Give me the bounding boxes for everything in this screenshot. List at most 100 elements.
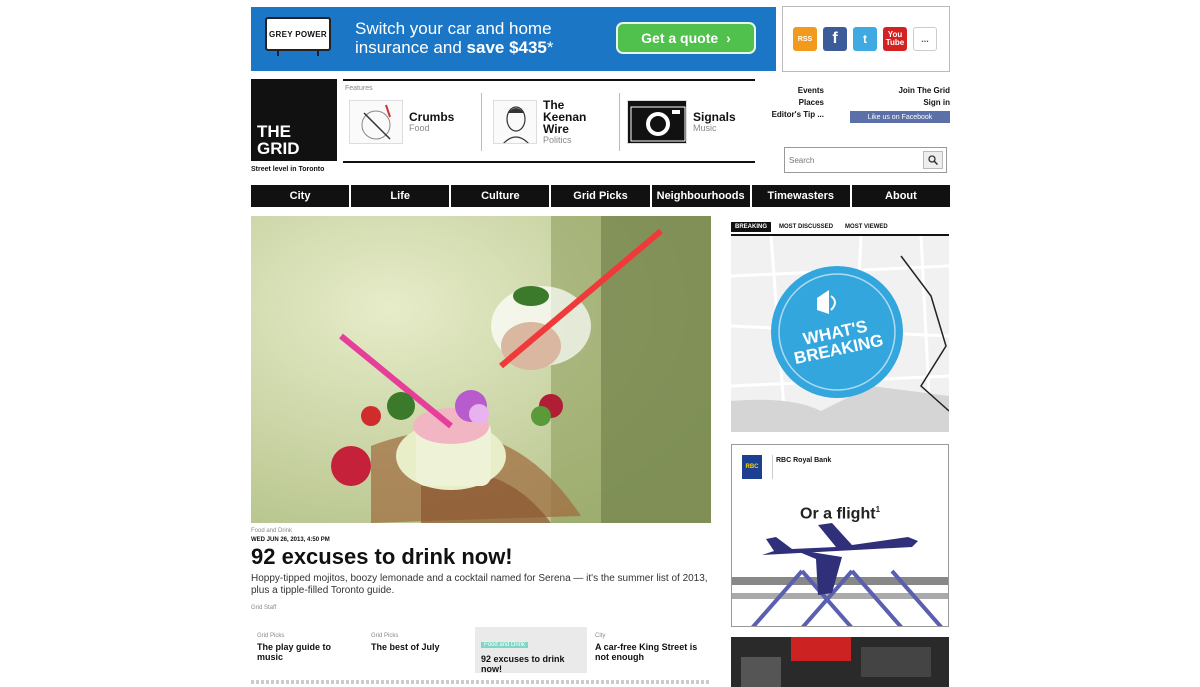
feature-signals[interactable]: Signals Music: [627, 91, 736, 153]
ad-footnote-mark: *: [546, 38, 554, 57]
facebook-icon[interactable]: f: [823, 27, 847, 51]
feature-title-line-3: Wire: [543, 122, 569, 136]
sidebar-tabs: BREAKING MOST DISCUSSED MOST VIEWED: [731, 220, 949, 234]
article-byline: Grid Staff: [251, 605, 277, 611]
more-social-icon[interactable]: ...: [913, 27, 937, 51]
hero-image[interactable]: [251, 216, 711, 523]
ad-savings: save $435: [466, 38, 547, 57]
social-links: RSS f t You Tube ...: [782, 6, 950, 72]
feature-keenan-wire[interactable]: The Keenan Wire Politics: [493, 91, 586, 153]
ad-line-2-prefix: insurance and: [355, 38, 467, 57]
signals-thumbnail: [627, 100, 687, 144]
related-stories: Grid Picks The play guide to music Grid …: [251, 627, 711, 674]
rbc-divider: [772, 455, 773, 479]
rbc-headline-text: Or a flight: [800, 505, 876, 523]
feature-divider: [619, 93, 620, 151]
related-title: The play guide to music: [257, 642, 332, 662]
main-nav: City Life Culture Grid Picks Neighbourho…: [251, 185, 950, 207]
crumbs-thumbnail: [349, 100, 403, 144]
ad-copy: Switch your car and home insurance and s…: [355, 19, 554, 57]
quick-links-right: Join The Grid Sign in: [870, 85, 950, 109]
feature-sub: Politics: [543, 135, 572, 145]
nav-culture[interactable]: Culture: [451, 185, 550, 207]
get-a-quote-button[interactable]: Get a quote ›: [616, 22, 756, 54]
whats-breaking-widget[interactable]: WHAT'S BREAKING: [731, 234, 949, 432]
facebook-like-button[interactable]: Like us on Facebook: [850, 111, 950, 123]
twitter-icon[interactable]: t: [853, 27, 877, 51]
section-divider: [251, 680, 711, 684]
related-cat: Food and Drink: [481, 642, 529, 648]
article-date: WED JUN 26, 2013, 4:50 PM: [251, 537, 330, 543]
related-story[interactable]: Grid Picks The best of July: [365, 627, 477, 673]
places-link[interactable]: Places: [758, 97, 824, 109]
youtube-icon[interactable]: You Tube: [883, 27, 907, 51]
editors-tip-link[interactable]: Editor's Tip ...: [758, 109, 824, 121]
feature-crumbs[interactable]: Crumbs Food: [349, 91, 454, 153]
nav-life[interactable]: Life: [351, 185, 450, 207]
tab-most-viewed[interactable]: MOST VIEWED: [841, 222, 892, 232]
chevron-right-icon: ›: [726, 30, 731, 46]
article-dek: Hoppy-tipped mojitos, boozy lemonade and…: [251, 573, 708, 596]
the-grid-logo[interactable]: THE GRID: [251, 79, 337, 161]
rbc-ad[interactable]: RBC RBC Royal Bank Or a flight1: [731, 444, 949, 627]
quick-links-left: Events Places Editor's Tip ...: [758, 85, 824, 121]
tab-most-discussed[interactable]: MOST DISCUSSED: [775, 222, 837, 232]
grey-power-logo: GREY POWER: [265, 17, 331, 56]
site-tagline: Street level in Toronto: [251, 166, 325, 173]
feature-text: Crumbs Food: [409, 111, 454, 133]
feature-text: Signals Music: [693, 111, 736, 133]
related-title: 92 excuses to drink now!: [481, 654, 565, 674]
magnifier-icon: [928, 155, 938, 165]
feature-divider: [481, 93, 482, 151]
nav-about[interactable]: About: [851, 185, 950, 207]
nav-timewasters[interactable]: Timewasters: [751, 185, 850, 207]
ad-line-1: Switch your car and home: [355, 19, 552, 38]
camera-icon: [630, 106, 686, 142]
tab-breaking[interactable]: BREAKING: [731, 222, 772, 232]
feature-sub: Music: [693, 123, 717, 133]
rbc-name: RBC Royal Bank: [776, 457, 832, 464]
rbc-headline: Or a flight1: [800, 505, 880, 523]
nav-neighbourhoods[interactable]: Neighbourhoods: [651, 185, 750, 207]
logo-line-1: THE: [257, 122, 291, 141]
features-strip: Features Crumbs Food The Keenan Wire Pol…: [343, 79, 755, 163]
cta-label: Get a quote: [641, 30, 719, 46]
related-title: A car-free King Street is not enough: [595, 642, 698, 662]
rbc-footnote: 1: [875, 505, 881, 514]
ad-line-2: insurance and save $435*: [355, 38, 554, 57]
article-headline[interactable]: 92 excuses to drink now!: [251, 544, 513, 570]
article-kicker[interactable]: Food and Drink: [251, 528, 292, 534]
portrait-sketch-icon: [503, 106, 529, 143]
related-story-active[interactable]: Food and Drink 92 excuses to drink now!: [475, 627, 587, 674]
logo-line-2: GRID: [257, 139, 300, 158]
rss-label: RSS: [797, 35, 813, 43]
rss-icon[interactable]: RSS: [793, 27, 817, 51]
facebook-label: f: [832, 30, 838, 47]
youtube-label: You Tube: [885, 30, 905, 47]
nav-city[interactable]: City: [251, 185, 350, 207]
feature-title: Crumbs: [409, 110, 455, 124]
search-button[interactable]: [923, 151, 943, 169]
top-ad-banner[interactable]: GREY POWER Switch your car and home insu…: [251, 7, 776, 71]
related-story[interactable]: City A car-free King Street is not enoug…: [589, 627, 711, 673]
related-cat: Grid Picks: [257, 633, 285, 639]
events-link[interactable]: Events: [758, 85, 824, 97]
bottom-ad[interactable]: [731, 637, 949, 687]
feature-text: The Keenan Wire Politics: [543, 99, 586, 145]
join-link[interactable]: Join The Grid: [870, 85, 950, 97]
related-story[interactable]: Grid Picks The play guide to music: [251, 627, 363, 673]
related-cat: Grid Picks: [371, 633, 399, 639]
search-box: [784, 147, 947, 173]
feature-title: Signals: [693, 110, 736, 124]
feature-sub: Food: [409, 123, 430, 133]
sign-in-link[interactable]: Sign in: [870, 97, 950, 109]
nav-grid-picks[interactable]: Grid Picks: [551, 185, 650, 207]
twitter-label: t: [863, 32, 867, 46]
fork-illustration-icon: [361, 104, 391, 140]
airplane-icon: [732, 523, 948, 626]
related-cat: City: [595, 633, 606, 639]
keenan-thumbnail: [493, 100, 537, 144]
rbc-logo: RBC: [742, 455, 762, 479]
related-title: The best of July: [371, 642, 440, 652]
search-input[interactable]: [789, 152, 921, 168]
